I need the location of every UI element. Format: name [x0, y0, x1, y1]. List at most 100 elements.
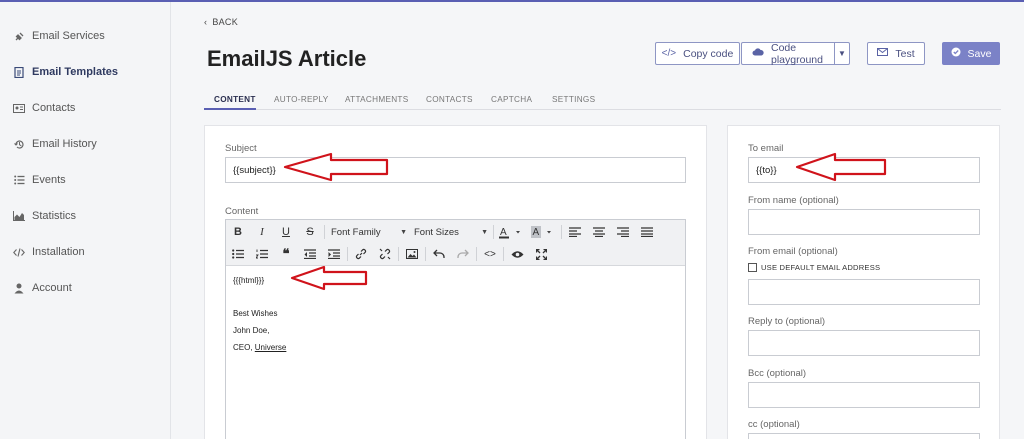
editor-line: John Doe,	[233, 326, 270, 335]
toolbar-separator	[476, 247, 477, 261]
undo-icon[interactable]	[431, 245, 447, 263]
editor-line: Best Wishes	[233, 309, 278, 318]
universe-link[interactable]: Universe	[255, 343, 287, 352]
tab-captcha[interactable]: CAPTCHA	[491, 95, 532, 104]
tab-settings[interactable]: SETTINGS	[552, 95, 595, 104]
sidebar-item-statistics[interactable]: Statistics	[12, 206, 76, 226]
to-email-label: To email	[748, 143, 784, 154]
tab-contacts[interactable]: CONTACTS	[426, 95, 473, 104]
cc-input[interactable]	[748, 433, 980, 439]
align-right-icon[interactable]	[615, 223, 631, 241]
source-code-icon[interactable]: <>	[482, 245, 498, 263]
align-justify-icon[interactable]	[639, 223, 655, 241]
image-icon[interactable]	[404, 245, 420, 263]
reply-to-input[interactable]	[748, 330, 980, 356]
sidebar-item-installation[interactable]: Installation	[12, 242, 85, 262]
unlink-icon[interactable]	[377, 245, 393, 263]
tab-auto-reply[interactable]: AUTO-REPLY	[274, 95, 329, 104]
sidebar-item-email-history[interactable]: Email History	[12, 134, 97, 154]
strikethrough-icon[interactable]: S	[302, 223, 318, 241]
sidebar-item-contacts[interactable]: Contacts	[12, 98, 75, 118]
sidebar-item-label: Contacts	[32, 102, 76, 114]
copy-code-button[interactable]: </> Copy code	[655, 42, 740, 65]
text-color-icon[interactable]: A	[498, 223, 524, 241]
sidebar-item-label: Statistics	[32, 210, 77, 222]
back-label: BACK	[212, 17, 239, 27]
outdent-icon[interactable]	[302, 245, 318, 263]
use-default-email-checkbox-row[interactable]: USE DEFAULT EMAIL ADDRESS	[748, 263, 880, 272]
sidebar-item-email-templates[interactable]: Email Templates	[12, 62, 118, 82]
subject-input[interactable]: {{subject}}	[225, 157, 686, 183]
use-default-email-checkbox[interactable]	[748, 263, 757, 272]
sidebar-item-email-services[interactable]: Email Services	[12, 26, 105, 46]
bcc-input[interactable]	[748, 382, 980, 408]
page-title: EmailJS Article	[207, 46, 367, 71]
recipient-card: To email {{to}} From name (optional) Fro…	[727, 125, 1000, 439]
link-icon[interactable]	[353, 245, 369, 263]
font-sizes-label: Font Sizes	[414, 226, 459, 238]
toolbar-separator	[493, 225, 494, 239]
fullscreen-icon[interactable]	[533, 245, 549, 263]
sidebar-item-events[interactable]: Events	[12, 170, 66, 190]
from-email-input[interactable]	[748, 279, 980, 305]
sidebar-item-label: Email Templates	[32, 66, 118, 78]
cloud-icon	[752, 48, 764, 59]
editor-line: {{{html}}}	[233, 276, 265, 285]
bcc-label: Bcc (optional)	[748, 368, 807, 379]
reply-to-label: Reply to (optional)	[748, 316, 826, 327]
history-icon	[12, 139, 26, 150]
sidebar-item-label: Email Services	[32, 30, 105, 42]
toolbar-separator	[503, 247, 504, 261]
indent-icon[interactable]	[326, 245, 342, 263]
align-center-icon[interactable]	[591, 223, 607, 241]
toolbar-separator	[324, 225, 325, 239]
code-icon: </>	[661, 48, 677, 59]
from-name-input[interactable]	[748, 209, 980, 235]
preview-eye-icon[interactable]	[509, 245, 525, 263]
caret-down-icon[interactable]: ▼	[834, 43, 849, 64]
bold-icon[interactable]: B	[230, 223, 246, 241]
subject-label: Subject	[225, 143, 257, 154]
check-circle-icon	[951, 47, 961, 60]
test-label: Test	[895, 47, 915, 60]
test-button[interactable]: Test	[867, 42, 925, 65]
use-default-email-label: USE DEFAULT EMAIL ADDRESS	[761, 263, 881, 272]
bullet-list-icon[interactable]	[230, 245, 246, 263]
back-link[interactable]: ‹ BACK	[204, 17, 238, 27]
chart-icon	[12, 211, 26, 221]
save-button[interactable]: Save	[942, 42, 1000, 65]
save-label: Save	[967, 47, 992, 60]
active-tab-indicator	[204, 108, 256, 110]
user-icon	[12, 283, 26, 294]
sidebar: Email Services Email Templates Contacts …	[0, 2, 171, 439]
toolbar-separator	[347, 247, 348, 261]
from-name-label: From name (optional)	[748, 195, 839, 206]
sidebar-item-label: Email History	[32, 138, 97, 150]
editor-content-area[interactable]: {{{html}}} Best Wishes John Doe, CEO, Un…	[226, 267, 685, 439]
from-email-label: From email (optional)	[748, 246, 838, 257]
tab-attachments[interactable]: ATTACHMENTS	[345, 95, 409, 104]
redo-icon[interactable]	[455, 245, 471, 263]
background-color-icon[interactable]: A	[530, 223, 556, 241]
sidebar-item-account[interactable]: Account	[12, 278, 72, 298]
numbered-list-icon[interactable]	[254, 245, 270, 263]
blockquote-icon[interactable]: ❝	[278, 245, 294, 263]
font-family-dropdown[interactable]: Font Family ▼	[331, 223, 407, 241]
tab-bar: CONTENT AUTO-REPLY ATTACHMENTS CONTACTS …	[204, 90, 1001, 110]
copy-code-label: Copy code	[683, 47, 734, 60]
align-left-icon[interactable]	[567, 223, 583, 241]
plug-icon	[12, 31, 26, 42]
to-email-input[interactable]: {{to}}	[748, 157, 980, 183]
editor-line: CEO, Universe	[233, 343, 286, 352]
code-playground-button[interactable]: Code playground ▼	[741, 42, 850, 66]
underline-icon[interactable]: U	[278, 223, 294, 241]
sidebar-item-label: Installation	[32, 246, 85, 258]
italic-icon[interactable]: I	[254, 223, 270, 241]
rich-text-editor: B I U S Font Family ▼ Font Sizes ▼ A A ❝…	[225, 219, 686, 439]
font-sizes-dropdown[interactable]: Font Sizes ▼	[414, 223, 488, 241]
caret-down-icon: ▼	[400, 228, 407, 236]
contact-card-icon	[12, 103, 26, 113]
chevron-left-icon: ‹	[204, 17, 208, 27]
toolbar-separator	[398, 247, 399, 261]
tab-content[interactable]: CONTENT	[214, 95, 256, 104]
